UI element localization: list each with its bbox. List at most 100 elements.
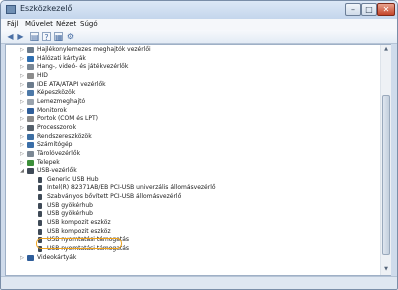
expand-arrow-icon[interactable]: ▷ <box>19 141 25 149</box>
expand-arrow-icon[interactable]: ▷ <box>19 63 25 71</box>
expand-arrow-icon[interactable]: ▷ <box>19 133 25 141</box>
usb-device-item[interactable]: Intel(R) 82371AB/EB PCI-USB univerzális … <box>6 184 376 192</box>
tree-item-label: Telepek <box>37 158 60 166</box>
hid-icon <box>27 73 34 79</box>
battery-icon <box>27 159 34 166</box>
device-manager-window: Eszközkezelő – □ ✕ Fájl Művelet Nézet Sú… <box>0 0 398 290</box>
expand-arrow-icon[interactable]: ▷ <box>19 89 25 97</box>
scrollbar-thumb[interactable] <box>382 95 390 255</box>
tree-item-label: USB-vezérlők <box>37 167 77 175</box>
minimize-button[interactable]: – <box>345 3 361 16</box>
computer-icon <box>27 142 34 149</box>
tree-item-label: Monitorok <box>37 106 67 114</box>
properties-icon[interactable]: ▤ <box>30 32 39 42</box>
tree-category[interactable]: ▷ Számítógép <box>6 141 376 149</box>
menu-file[interactable]: Fájl <box>7 19 19 30</box>
close-button[interactable]: ✕ <box>377 3 395 16</box>
usb-device-icon <box>38 185 42 192</box>
tree-category[interactable]: ▷ Rendszereszközök <box>6 133 376 141</box>
tree-category[interactable]: ◢ USB-vezérlők <box>6 167 376 175</box>
forward-arrow-icon[interactable]: ▶ <box>16 32 25 41</box>
window-title: Eszközkezelő <box>20 4 73 13</box>
menu-view[interactable]: Nézet <box>56 19 76 30</box>
tree-category[interactable]: ▷ Tárolóvezérlők <box>6 150 376 158</box>
tree-category[interactable]: ▷ Hálózati kártyák <box>6 55 376 63</box>
usb-device-item[interactable]: USB kompozit eszköz <box>6 219 376 227</box>
tree-category[interactable]: ▷ HID <box>6 72 376 80</box>
scan-hardware-icon[interactable]: ⚙ <box>66 32 75 41</box>
title-bar[interactable]: Eszközkezelő – □ ✕ <box>1 1 397 19</box>
sound-video-icon <box>27 64 34 71</box>
tree-item-label: Rendszereszközök <box>37 132 92 140</box>
usb-device-icon <box>38 176 42 183</box>
disk-drive-icon <box>27 98 34 105</box>
highlight-ring <box>36 238 122 249</box>
network-adapter-icon <box>27 55 34 62</box>
usb-controller-icon <box>27 168 34 175</box>
toolbar: ◀ ▶ ▤ ? ▦ ⚙ <box>1 30 397 44</box>
menu-action[interactable]: Művelet <box>25 19 53 30</box>
tree-category[interactable]: ▷ Videokártyák <box>6 254 376 262</box>
tree-category[interactable]: ▷ Hajlékonylemezes meghajtók vezérlői <box>6 46 376 54</box>
expand-arrow-icon[interactable]: ▷ <box>19 124 25 132</box>
tree-item-label: Hajlékonylemezes meghajtók vezérlői <box>37 46 151 53</box>
collapse-arrow-icon[interactable]: ◢ <box>19 167 25 175</box>
usb-device-icon <box>38 211 42 218</box>
tree-category[interactable]: ▷ IDE ATA/ATAPI vezérlők <box>6 81 376 89</box>
back-arrow-icon[interactable]: ◀ <box>6 32 15 41</box>
expand-arrow-icon[interactable]: ▷ <box>19 81 25 89</box>
usb-device-icon <box>38 228 42 235</box>
tree-item-label: HID <box>37 72 48 79</box>
vertical-scrollbar[interactable]: ▲ ▼ <box>380 45 391 275</box>
usb-device-item[interactable]: Generic USB Hub <box>6 176 376 184</box>
tree-category[interactable]: ▷ Processzorok <box>6 124 376 132</box>
usb-device-item[interactable]: USB gyökérhub <box>6 210 376 218</box>
tree-item-label: USB kompozit eszköz <box>47 227 111 235</box>
usb-device-item[interactable]: Szabványos bővített PCI-USB állomásvezér… <box>6 193 376 201</box>
device-manager-icon <box>6 5 16 14</box>
maximize-button[interactable]: □ <box>361 3 377 16</box>
usb-device-icon <box>38 220 42 226</box>
tree-item-label: Hálózati kártyák <box>37 54 86 62</box>
scroll-up-icon[interactable]: ▲ <box>382 46 390 53</box>
scroll-down-icon[interactable]: ▼ <box>382 266 390 273</box>
expand-arrow-icon[interactable]: ▷ <box>19 150 25 158</box>
tree-category[interactable]: ▷ Képeszközök <box>6 89 376 97</box>
usb-device-item[interactable]: USB kompozit eszköz <box>6 228 376 236</box>
menu-help[interactable]: Súgó <box>80 19 98 30</box>
expand-arrow-icon[interactable]: ▷ <box>19 159 25 167</box>
tree-category[interactable]: ▷ Monitorok <box>6 107 376 115</box>
status-bar <box>1 276 397 289</box>
tree-item-label: USB kompozit eszköz <box>47 219 111 226</box>
usb-device-item[interactable]: USB gyökérhub <box>6 202 376 210</box>
tree-category[interactable]: ▷ Lemezmeghajtó <box>6 98 376 106</box>
tree-item-label: Portok (COM és LPT) <box>37 115 98 123</box>
tree-item-label: Generic USB Hub <box>47 175 99 183</box>
expand-arrow-icon[interactable]: ▷ <box>19 115 25 123</box>
menu-bar: Fájl Művelet Nézet Súgó <box>1 19 397 30</box>
tree-item-label: IDE ATA/ATAPI vezérlők <box>37 80 106 88</box>
tree-category[interactable]: ▷ Telepek <box>6 159 376 167</box>
tree-item-label: Szabványos bővített PCI-USB állomásvezér… <box>47 193 182 201</box>
expand-arrow-icon[interactable]: ▷ <box>19 98 25 106</box>
tree-item-label: USB gyökérhub <box>47 210 93 218</box>
tree-item-label: Intel(R) 82371AB/EB PCI-USB univerzális … <box>47 184 216 192</box>
monitor-icon <box>27 107 34 114</box>
expand-arrow-icon[interactable]: ▷ <box>19 72 25 80</box>
imaging-device-icon <box>27 90 34 97</box>
expand-arrow-icon[interactable]: ▷ <box>19 55 25 63</box>
expand-arrow-icon[interactable]: ▷ <box>19 46 25 54</box>
tree-item-label: Lemezmeghajtó <box>37 97 86 105</box>
usb-device-icon <box>38 202 42 209</box>
tree-item-label: USB gyökérhub <box>47 201 93 209</box>
system-device-icon <box>27 133 34 140</box>
port-icon <box>27 116 34 123</box>
expand-arrow-icon[interactable]: ▷ <box>19 107 25 115</box>
tree-item-label: Képeszközök <box>37 89 76 97</box>
tree-category[interactable]: ▷ Hang-, videó- és játékvezérlők <box>6 63 376 71</box>
expand-arrow-icon[interactable]: ▷ <box>19 254 25 262</box>
list-view-icon[interactable]: ▦ <box>54 32 63 42</box>
tree-category[interactable]: ▷ Portok (COM és LPT) <box>6 115 376 123</box>
help-icon[interactable]: ? <box>42 32 51 42</box>
floppy-controller-icon <box>27 47 34 53</box>
